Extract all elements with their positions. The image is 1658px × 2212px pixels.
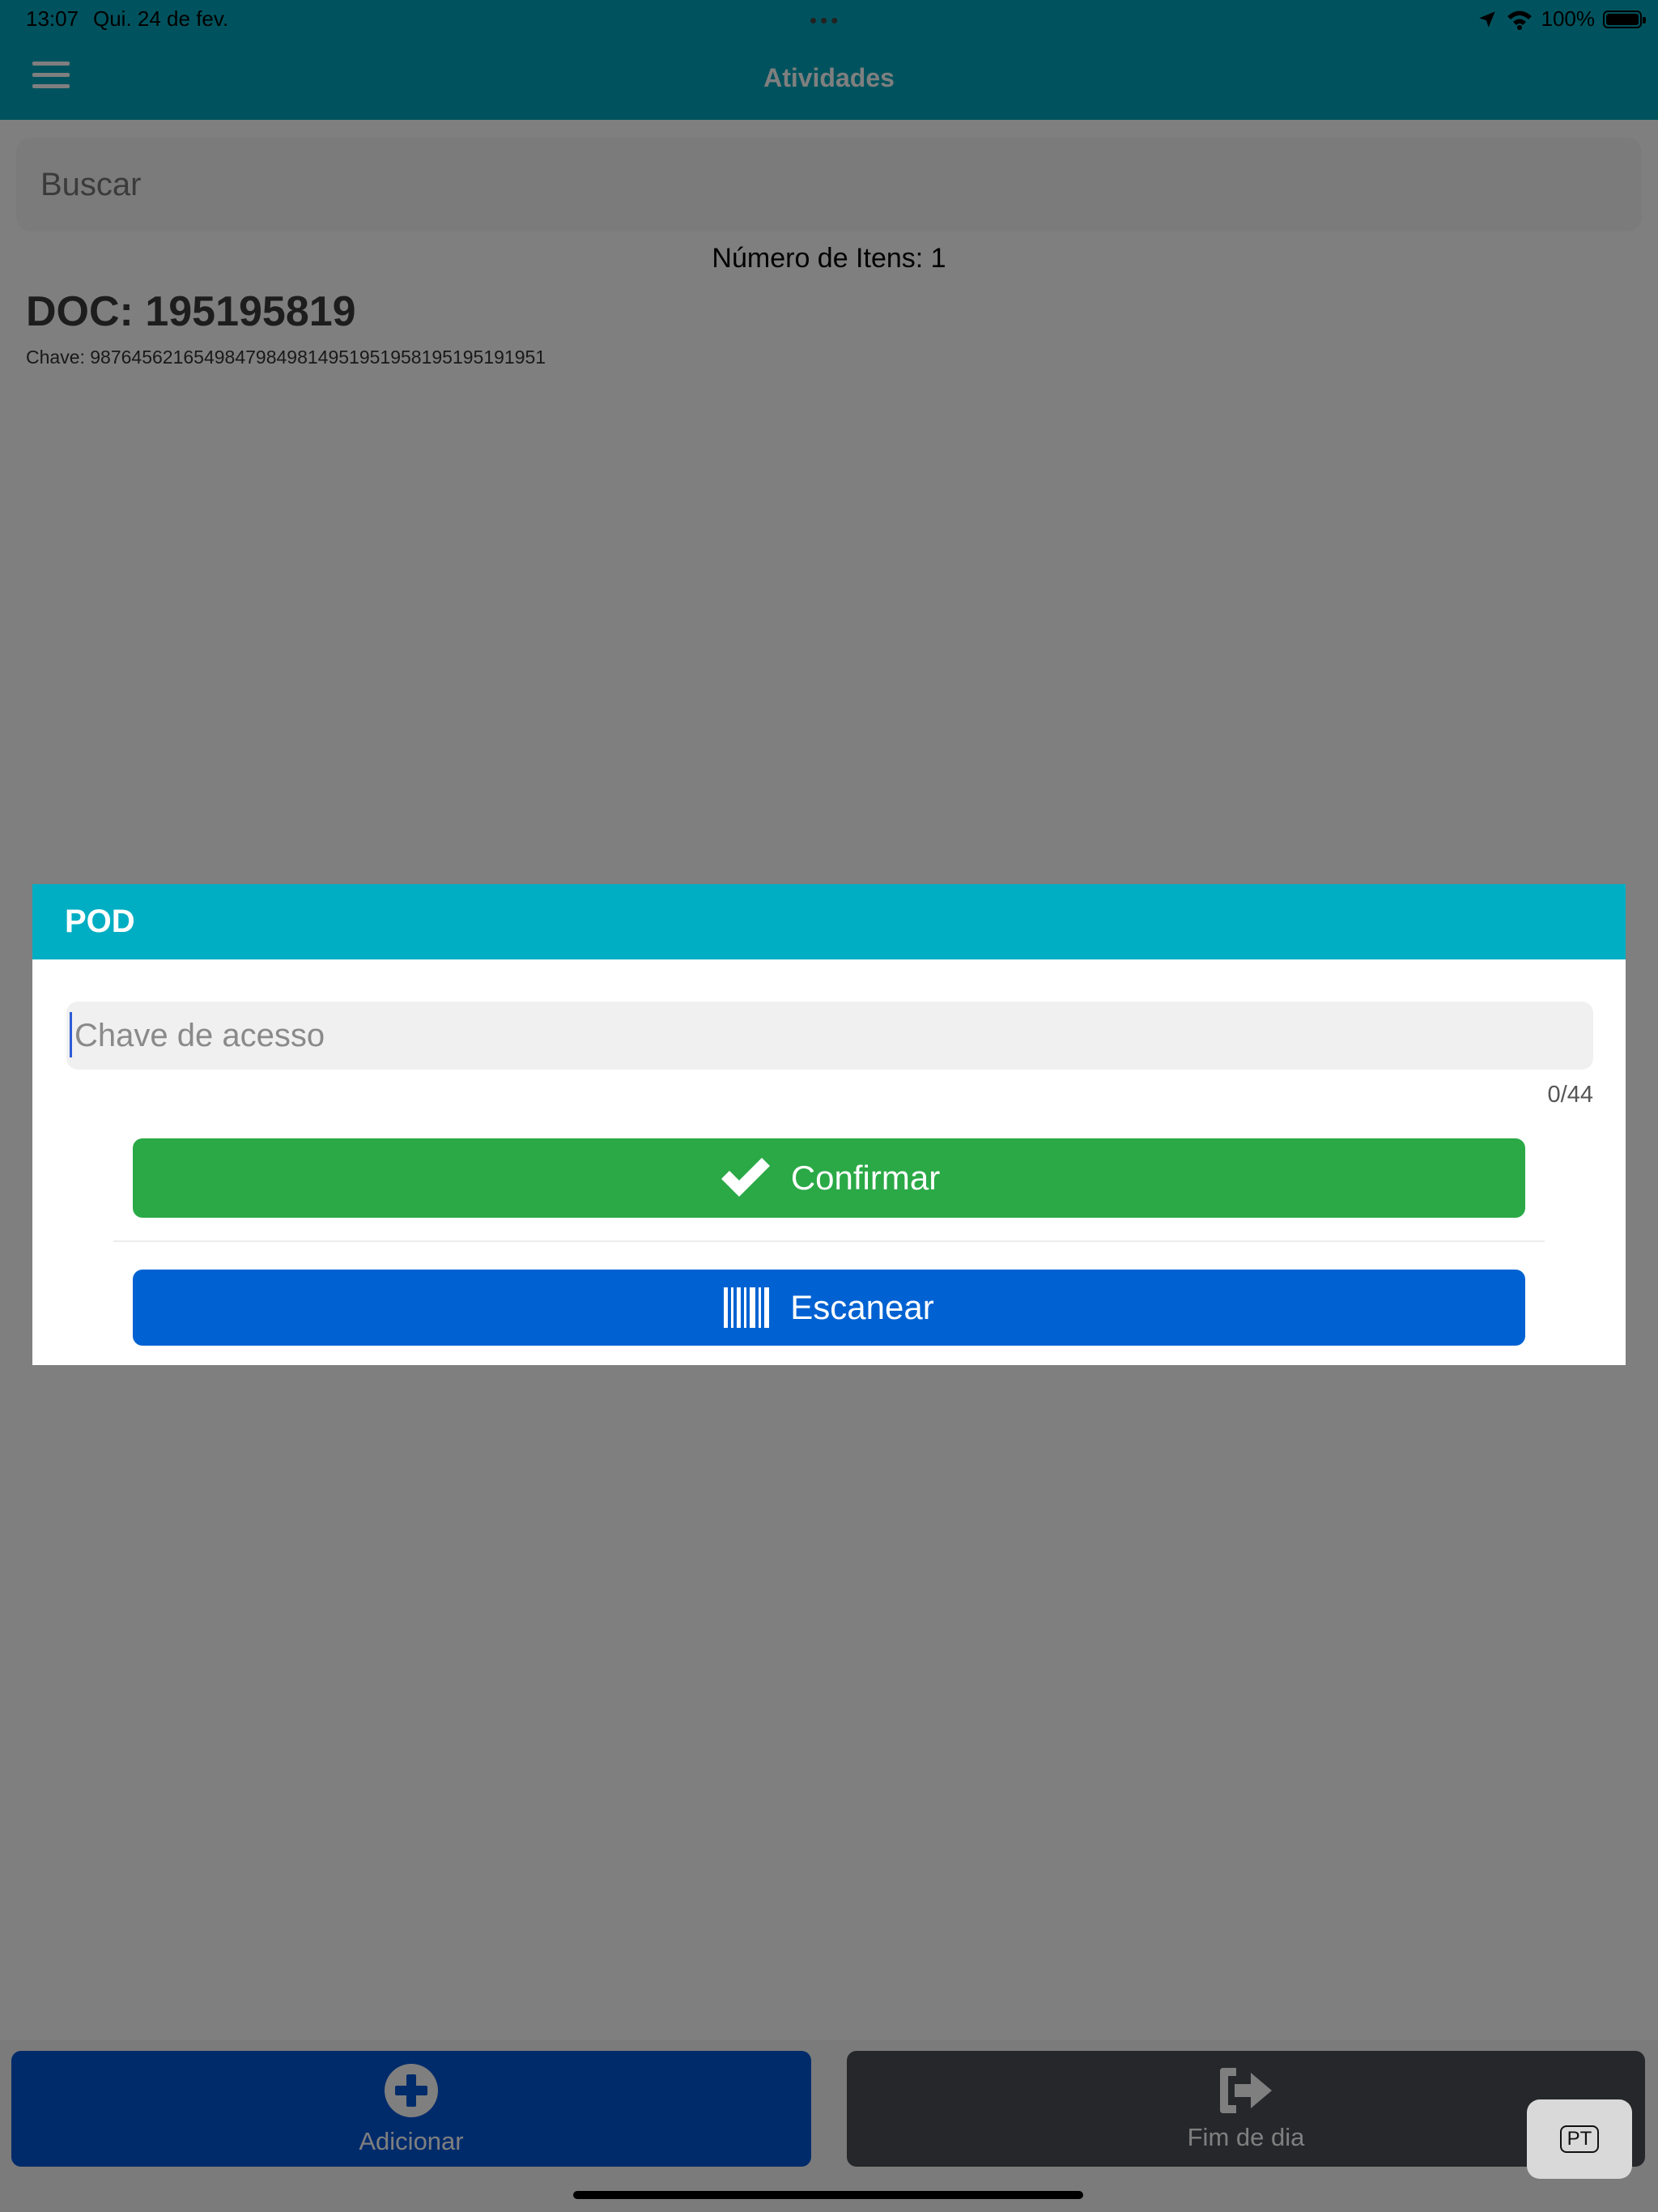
language-code: PT bbox=[1559, 2125, 1600, 2153]
character-counter: 0/44 bbox=[1547, 1082, 1593, 1108]
scan-button[interactable]: Escanear bbox=[133, 1270, 1525, 1346]
modal-backdrop-top bbox=[0, 0, 1658, 120]
home-indicator bbox=[573, 2191, 1083, 2199]
scan-button-label: Escanear bbox=[790, 1288, 934, 1326]
divider bbox=[113, 1240, 1545, 1242]
confirm-button-label: Confirmar bbox=[790, 1159, 941, 1197]
dialog-title: POD bbox=[65, 904, 135, 939]
text-caret bbox=[70, 1012, 72, 1057]
barcode-icon bbox=[724, 1287, 770, 1328]
access-key-input[interactable] bbox=[66, 1002, 1593, 1070]
dialog-header: POD bbox=[32, 884, 1626, 959]
confirm-button[interactable]: Confirmar bbox=[133, 1138, 1525, 1218]
language-switcher[interactable]: PT bbox=[1527, 2099, 1632, 2179]
pod-dialog: POD 0/44 Confirmar Escanear bbox=[32, 884, 1626, 1365]
checkmark-icon bbox=[721, 1158, 770, 1197]
